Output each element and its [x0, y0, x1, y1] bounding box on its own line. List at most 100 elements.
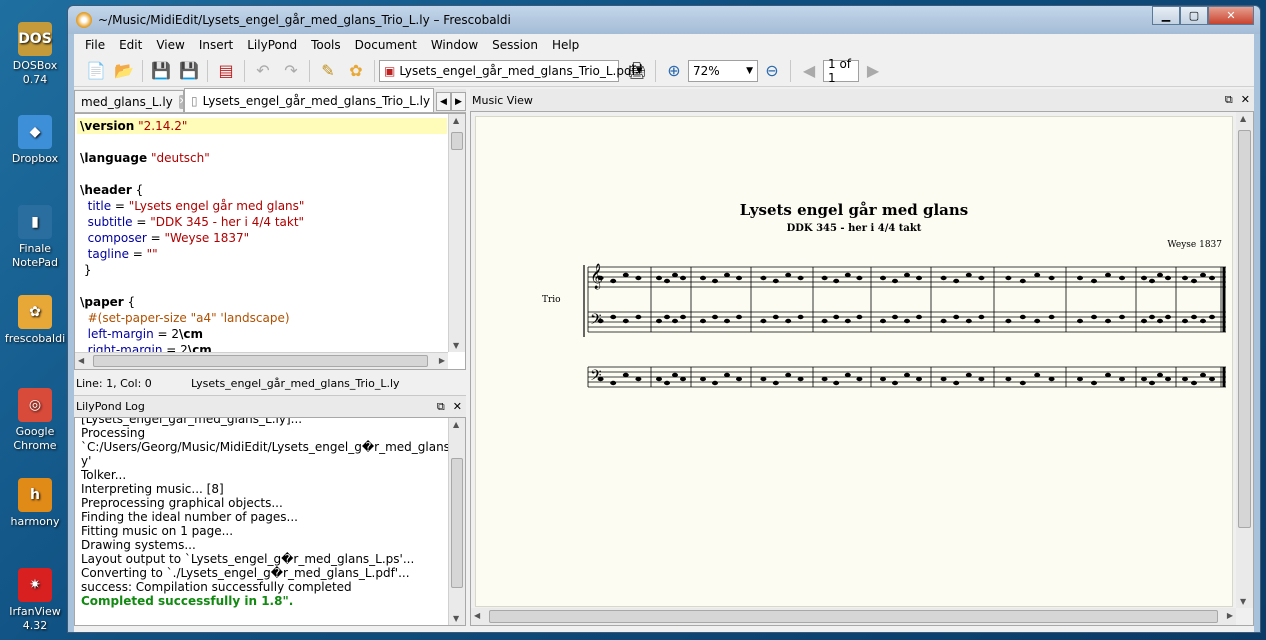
notehead [1119, 376, 1125, 382]
notehead [880, 376, 886, 382]
notehead [664, 380, 670, 386]
notehead [610, 380, 617, 386]
redo-icon[interactable]: ↷ [277, 58, 305, 84]
close-panel-icon[interactable]: ✕ [1241, 93, 1250, 107]
lilypond-log[interactable]: [Lysets_engel_går_med_glans_L.ly]... Proc… [74, 417, 466, 626]
new-document-icon[interactable]: 📄 [82, 58, 110, 84]
notehead [916, 314, 922, 320]
zoom-out-icon[interactable]: ⊖ [758, 58, 786, 84]
notehead [656, 376, 662, 382]
run-lilypond-icon[interactable]: ✿ [342, 58, 370, 84]
desktop-icon[interactable]: ◆ Dropbox [0, 115, 70, 166]
log-line: Processing [81, 426, 146, 440]
code-token: \language [80, 151, 148, 165]
menu-item[interactable]: LilyPond [240, 38, 304, 52]
float-panel-icon[interactable]: ⧉ [1225, 93, 1233, 107]
close-document-icon[interactable]: ▤ [212, 58, 240, 84]
code-line: \language "deutsch" [77, 150, 447, 166]
notehead [1105, 272, 1111, 278]
music-horizontal-scrollbar[interactable]: ◀ ▶ [471, 608, 1236, 625]
zoom-select[interactable]: 72% ▼ [688, 59, 758, 82]
desktop-icon-label: DOSBox 0.74 [12, 59, 58, 86]
notehead [1119, 275, 1125, 281]
float-panel-icon[interactable]: ⧉ [437, 400, 445, 414]
bass-clef-icon: 𝄢 [590, 311, 602, 332]
menu-item[interactable]: File [78, 38, 112, 52]
notehead [760, 275, 767, 281]
menu-item[interactable]: Edit [112, 38, 149, 52]
desktop-icon[interactable]: ✿ frescobaldi [0, 295, 70, 346]
code-token: \header [80, 183, 132, 197]
music-vertical-scrollbar[interactable]: ▲ ▼ [1236, 112, 1253, 608]
notehead [700, 275, 706, 281]
desktop-icon[interactable]: ▮ Finale NotePad [0, 205, 70, 270]
notehead [785, 272, 792, 278]
log-line: Converting to `./Lysets_engel_g�r_med_gl… [81, 566, 410, 580]
undo-icon[interactable]: ↶ [249, 58, 277, 84]
tab-med-glans[interactable]: med_glans_L.ly ✕ [74, 90, 184, 112]
code-line: left-margin = 2\cm [77, 326, 447, 342]
notehead [797, 376, 804, 382]
document-tabs: med_glans_L.ly ✕ ▯ Lysets_engel_går_med_… [74, 88, 466, 113]
open-folder-icon[interactable]: 📂 [110, 58, 138, 84]
log-line: [Lysets_engel_går_med_glans_L.ly]... [81, 417, 303, 426]
desktop-icon[interactable]: h harmony [0, 478, 70, 529]
edit-wand-icon[interactable]: ✎ [314, 58, 342, 84]
log-vertical-scrollbar[interactable]: ▲ ▼ [448, 418, 465, 625]
notehead [833, 278, 840, 284]
code-line: #(set-paper-size "a4" 'landscape) [77, 310, 447, 326]
desktop-icon[interactable]: DOS DOSBox 0.74 [0, 22, 70, 87]
code-editor[interactable]: \version "2.14.2" \language "deutsch" \hea… [74, 113, 466, 370]
notehead [664, 314, 670, 320]
zoom-in-icon[interactable]: ⊕ [660, 58, 688, 84]
editor-horizontal-scrollbar[interactable]: ◀ ▶ [75, 352, 448, 369]
music-view-title: Music View [472, 93, 533, 107]
code-token: "deutsch" [150, 151, 210, 165]
menu-item[interactable]: Window [424, 38, 485, 52]
close-panel-icon[interactable]: ✕ [453, 400, 462, 414]
toolbar-separator [655, 59, 656, 82]
close-button[interactable]: ✕ [1208, 6, 1254, 25]
save-as-icon[interactable]: 💾 [175, 58, 203, 84]
notehead [1191, 314, 1197, 320]
menu-item[interactable]: Insert [192, 38, 240, 52]
notehead [712, 380, 718, 386]
previous-page-icon[interactable]: ◀ [795, 58, 823, 84]
notehead [821, 318, 828, 324]
notehead [785, 318, 792, 324]
title-bar[interactable]: ~/Music/MidiEdit/Lysets_engel_går_med_gl… [68, 6, 1260, 34]
tab-trio[interactable]: ▯ Lysets_engel_går_med_glans_Trio_L.ly ✕ [184, 88, 445, 112]
menu-item[interactable]: View [149, 38, 191, 52]
code-token: = [146, 231, 165, 245]
editor-vertical-scrollbar[interactable]: ▲ ▼ [448, 114, 465, 352]
menu-item[interactable]: Session [485, 38, 545, 52]
page-indicator[interactable]: 1 of 1 [823, 57, 859, 85]
menu-item[interactable]: Help [545, 38, 586, 52]
notehead [1034, 372, 1041, 378]
code-token: = [128, 247, 147, 261]
notehead [664, 278, 670, 284]
print-icon[interactable]: 🖨 [623, 58, 651, 84]
music-view-body[interactable]: Lysets engel går med glans DDK 345 - her… [470, 111, 1254, 626]
notehead [1200, 372, 1206, 378]
maximize-button[interactable]: ▢ [1180, 6, 1208, 25]
minimize-button[interactable]: ▁ [1152, 6, 1180, 25]
tab-left-arrow-icon[interactable]: ◀ [436, 92, 451, 111]
tab-right-arrow-icon[interactable]: ▶ [451, 92, 466, 111]
log-panel-header: LilyPond Log ⧉ ✕ [74, 395, 466, 417]
tab-label: med_glans_L.ly [81, 94, 173, 109]
app-icon: h [18, 478, 52, 512]
notehead [1105, 318, 1111, 324]
menu-item[interactable]: Tools [304, 38, 348, 52]
pdf-document-select[interactable]: ▣ Lysets_engel_går_med_glans_Trio_L.pdf … [379, 59, 643, 82]
notehead [1165, 376, 1171, 382]
save-icon[interactable]: 💾 [147, 58, 175, 84]
menu-item[interactable]: Document [348, 38, 424, 52]
score-page[interactable]: Lysets engel går med glans DDK 345 - her… [475, 116, 1233, 607]
notehead [880, 275, 886, 281]
notehead [724, 272, 730, 278]
desktop-icon[interactable]: ◎ Google Chrome [0, 388, 70, 453]
notehead [978, 275, 985, 281]
next-page-icon[interactable]: ▶ [859, 58, 887, 84]
desktop-icon[interactable]: ✷ IrfanView 4.32 [0, 568, 70, 633]
